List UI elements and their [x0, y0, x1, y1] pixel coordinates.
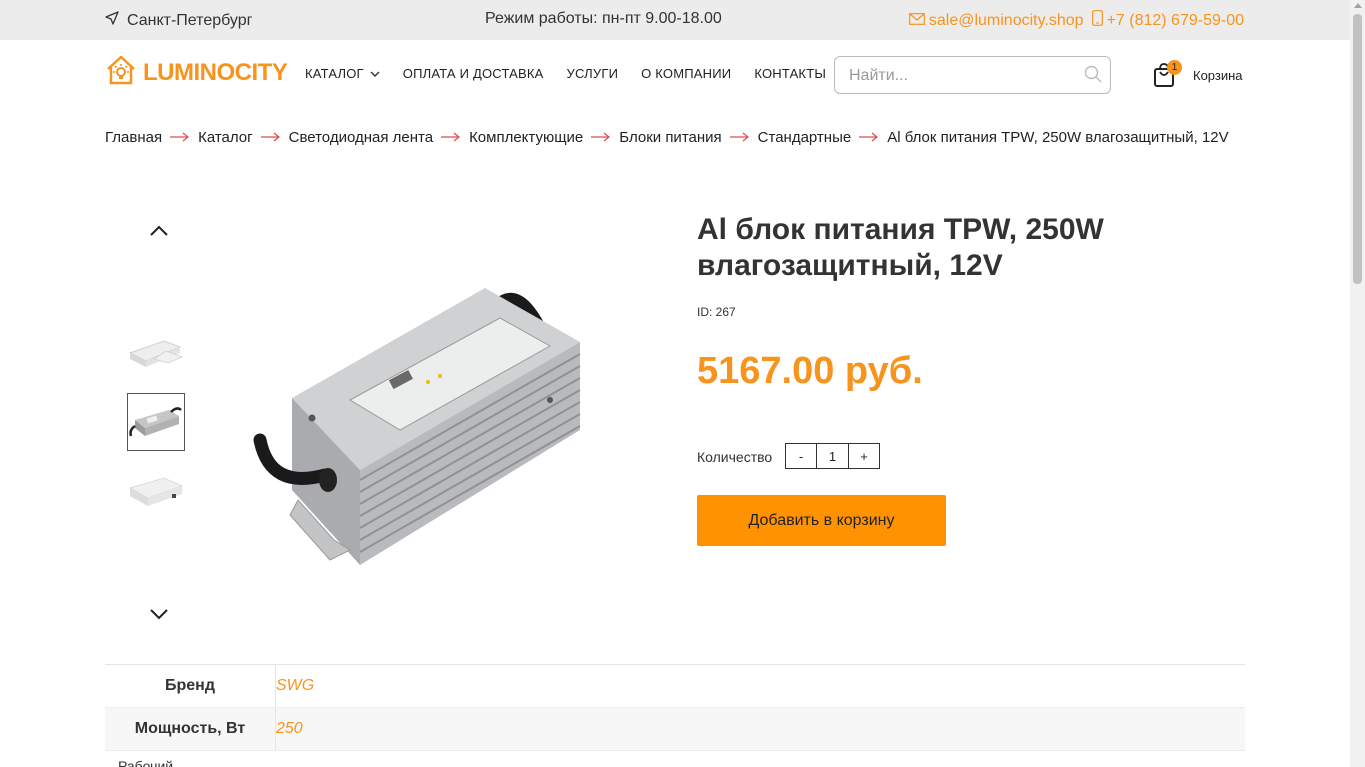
- product-main-image[interactable]: [250, 270, 590, 570]
- arrow-right-icon: [170, 130, 190, 146]
- power-supply-image: [253, 288, 581, 565]
- phone-icon: [1091, 10, 1103, 31]
- page-scrollbar[interactable]: [1350, 0, 1365, 767]
- gallery-thumbnail[interactable]: [127, 463, 185, 521]
- city-label: Санкт-Петербург: [127, 11, 253, 29]
- breadcrumb: Главная Каталог Светодиодная лента Комплект…: [105, 130, 1250, 146]
- working-hours: Режим работы: пн-пт 9.00-18.00: [485, 10, 722, 27]
- house-bulb-icon: [105, 54, 137, 91]
- breadcrumb-power-supplies[interactable]: Блоки питания: [619, 129, 721, 146]
- power-supply-thumbnail-image: [128, 340, 184, 367]
- power-supply-thumbnail-image: [129, 407, 182, 437]
- specs-table: Бренд SWG Мощность, Вт 250: [105, 664, 1245, 751]
- phone-link[interactable]: +7 (812) 679-59-00: [1091, 10, 1244, 31]
- gallery-thumbnail[interactable]: [127, 322, 185, 380]
- quantity-increase-button[interactable]: +: [849, 444, 879, 468]
- search-button[interactable]: [1082, 65, 1104, 87]
- spec-row: Бренд SWG: [105, 665, 1245, 708]
- arrow-right-icon: [729, 130, 750, 146]
- breadcrumb-led-strip[interactable]: Светодиодная лента: [289, 129, 433, 146]
- spec-value-link[interactable]: 250: [275, 708, 303, 750]
- search-icon: [1084, 65, 1102, 88]
- city-selector[interactable]: Санкт-Петербург: [105, 11, 252, 30]
- spec-key: Мощность, Вт: [134, 720, 246, 737]
- scrollbar-thumb[interactable]: [1353, 14, 1362, 284]
- logo[interactable]: LUMINOCITY: [105, 54, 288, 91]
- main-nav: КАТАЛОГ ОПЛАТА И ДОСТАВКА УСЛУГИ О КОМПА…: [305, 66, 826, 81]
- spec-value: 250: [276, 720, 303, 737]
- product-title: Al блок питания TPW, 250W влагозащитный,…: [697, 213, 1104, 282]
- gallery-thumbnail-active[interactable]: [127, 393, 185, 451]
- mail-icon: [908, 12, 925, 30]
- email-text: sale@luminocity.shop: [928, 11, 1084, 29]
- arrow-right-icon: [591, 130, 611, 146]
- location-arrow-icon: [105, 11, 119, 30]
- quantity-stepper: - 1 +: [785, 443, 880, 469]
- cart-link[interactable]: 1 Корзина: [1153, 60, 1243, 88]
- spec-key: Бренд: [165, 677, 215, 694]
- nav-services[interactable]: УСЛУГИ: [567, 66, 619, 81]
- email-link[interactable]: sale@luminocity.shop: [908, 11, 1084, 30]
- scroll-up-arrow-icon[interactable]: [1354, 3, 1362, 8]
- logo-text: LUMINOCITY: [143, 58, 288, 86]
- product-price: 5167.00 руб.: [697, 350, 923, 392]
- search-input[interactable]: [849, 65, 1069, 87]
- search-box: [834, 56, 1111, 94]
- nav-contacts[interactable]: КОНТАКТЫ: [754, 66, 826, 81]
- spec-value: SWG: [276, 677, 315, 694]
- chevron-down-icon: [148, 609, 170, 627]
- power-supply-thumbnail-image: [128, 477, 184, 506]
- cart-label: Корзина: [1193, 67, 1243, 83]
- add-to-cart-button[interactable]: Добавить в корзину: [697, 495, 946, 546]
- quantity-decrease-button[interactable]: -: [786, 444, 816, 468]
- gallery-prev-button[interactable]: [148, 222, 170, 240]
- spec-row: Мощность, Вт 250: [105, 708, 1245, 751]
- quantity-label: Количество: [697, 449, 773, 465]
- spec-value-link[interactable]: SWG: [275, 665, 314, 707]
- breadcrumb-home[interactable]: Главная: [105, 129, 162, 146]
- spec-key-partial: Рабочий: [118, 758, 174, 767]
- nav-about[interactable]: О КОМПАНИИ: [641, 66, 731, 81]
- top-bar: Санкт-Петербург Режим работы: пн-пт 9.00…: [0, 0, 1350, 40]
- breadcrumb-current: Al блок питания TPW, 250W влагозащитный,…: [887, 129, 1229, 146]
- quantity-input[interactable]: 1: [816, 444, 849, 468]
- product-id: ID: 267: [697, 305, 736, 319]
- contacts: sale@luminocity.shop +7 (812) 679-59-00: [908, 10, 1244, 31]
- phone-text: +7 (812) 679-59-00: [1106, 11, 1244, 29]
- breadcrumb-catalog[interactable]: Каталог: [198, 129, 253, 146]
- cart-icon-wrap: 1: [1153, 60, 1182, 88]
- arrow-right-icon: [859, 130, 879, 146]
- gallery-next-button[interactable]: [148, 605, 170, 623]
- shopping-bag-icon: [1153, 63, 1177, 92]
- arrow-right-icon: [260, 130, 281, 146]
- chevron-up-icon: [148, 225, 170, 244]
- nav-payment-delivery[interactable]: ОПЛАТА И ДОСТАВКА: [403, 66, 544, 81]
- nav-catalog-label: КАТАЛОГ: [305, 66, 364, 81]
- cart-count-badge: 1: [1167, 60, 1182, 75]
- nav-catalog[interactable]: КАТАЛОГ: [305, 66, 380, 81]
- arrow-right-icon: [441, 130, 461, 146]
- breadcrumb-standard[interactable]: Стандартные: [758, 129, 852, 146]
- breadcrumb-components[interactable]: Комплектующие: [469, 129, 583, 146]
- chevron-down-icon: [370, 66, 380, 81]
